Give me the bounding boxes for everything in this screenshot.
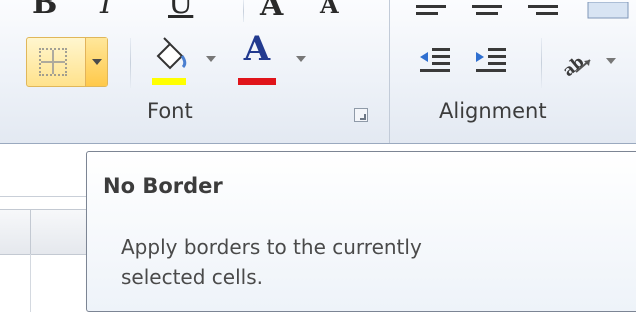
align-buttons-row bbox=[416, 2, 629, 19]
bold-button[interactable]: B bbox=[32, 0, 57, 21]
grow-font-button[interactable]: A bbox=[260, 0, 283, 22]
paint-bucket-icon bbox=[156, 37, 187, 70]
tooltip-description: Apply borders to the currently selected … bbox=[121, 232, 621, 292]
font-color-glyph: A bbox=[243, 29, 271, 69]
font-color-button[interactable]: A bbox=[232, 30, 322, 86]
orientation-icon: ab bbox=[559, 52, 591, 78]
fill-color-button[interactable] bbox=[146, 34, 226, 86]
chevron-down-icon[interactable] bbox=[296, 56, 306, 62]
fill-color-swatch bbox=[152, 78, 186, 85]
chevron-down-icon[interactable] bbox=[606, 58, 616, 64]
chevron-down-icon[interactable] bbox=[206, 56, 216, 62]
separator bbox=[130, 38, 131, 88]
no-border-grid-icon bbox=[39, 48, 67, 76]
increase-indent-icon[interactable] bbox=[474, 46, 508, 76]
ribbon-top-row: B I U A A bbox=[0, 0, 636, 22]
align-left-icon[interactable] bbox=[416, 5, 446, 15]
font-group-label: Font bbox=[147, 99, 193, 123]
italic-button[interactable]: I bbox=[100, 0, 112, 21]
font-color-swatch bbox=[238, 78, 276, 85]
tooltip-line: Apply borders to the currently bbox=[121, 235, 422, 259]
borders-button[interactable] bbox=[26, 37, 108, 87]
chevron-down-icon bbox=[92, 59, 102, 65]
decrease-indent-icon[interactable] bbox=[418, 46, 452, 76]
orientation-button[interactable]: ab bbox=[552, 40, 632, 84]
font-dialog-launcher[interactable] bbox=[354, 108, 368, 122]
borders-dropdown-arrow[interactable] bbox=[86, 38, 107, 86]
shrink-font-button[interactable]: A bbox=[320, 0, 339, 19]
borders-tooltip: No Border Apply borders to the currently… bbox=[86, 151, 636, 312]
group-separator bbox=[389, 0, 390, 143]
separator bbox=[541, 38, 542, 88]
separator bbox=[243, 0, 244, 22]
underline-button[interactable]: U bbox=[168, 0, 193, 21]
gridline bbox=[30, 254, 31, 312]
align-center-icon[interactable] bbox=[472, 5, 502, 15]
tooltip-line: selected cells. bbox=[121, 265, 263, 289]
alignment-group-label: Alignment bbox=[439, 99, 547, 123]
gridline bbox=[30, 210, 31, 254]
merge-center-icon[interactable] bbox=[587, 2, 629, 19]
tooltip-title: No Border bbox=[103, 174, 223, 198]
ribbon: B I U A A A ab Font Alignment bbox=[0, 0, 636, 144]
align-right-icon[interactable] bbox=[528, 5, 558, 15]
